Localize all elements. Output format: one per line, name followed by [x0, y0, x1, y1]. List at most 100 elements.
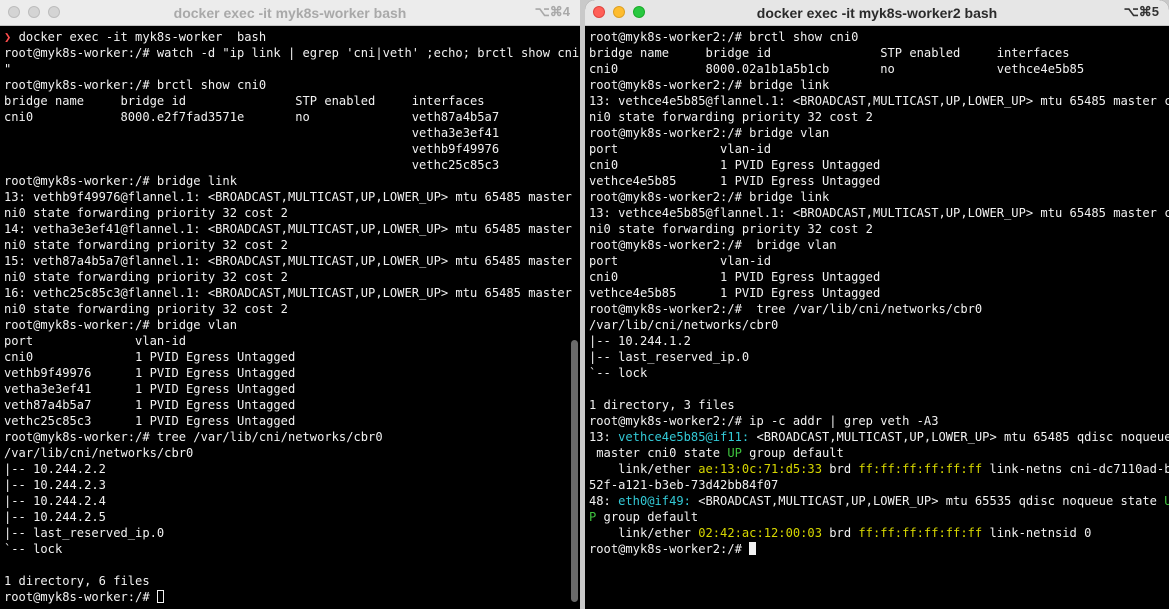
- terminal-text: docker exec -it myk8s-worker bash: [18, 30, 267, 44]
- terminal-line: vethce4e5b85 1 PVID Egress Untagged: [589, 173, 1169, 189]
- terminal-text: cni0 8000.02a1b1a5b1cb no vethce4e5b85: [589, 62, 1085, 76]
- terminal-text: vethce4e5b85 1 PVID Egress Untagged: [589, 286, 881, 300]
- terminal-text: /var/lib/cni/networks/cbr0: [589, 318, 779, 332]
- titlebar-worker[interactable]: docker exec -it myk8s-worker bash ⌥⌘4: [0, 0, 580, 26]
- terminal-text: root@myk8s-worker2:/# bridge link: [589, 190, 830, 204]
- terminal-text: <BROADCAST,MULTICAST,UP,LOWER_UP> mtu 65…: [690, 494, 1165, 508]
- terminal-line: /var/lib/cni/networks/cbr0: [589, 317, 1169, 333]
- terminal-text: port vlan-id: [589, 142, 772, 156]
- terminal-text: |-- last_reserved_ip.0: [4, 526, 165, 540]
- terminal-output-worker[interactable]: ❯ docker exec -it myk8s-worker bash root@…: [4, 29, 580, 605]
- terminal-line: vethb9f49976: [4, 141, 580, 157]
- terminal-line: root@myk8s-worker:/# brctl show cni0: [4, 77, 580, 93]
- terminal-text: root@myk8s-worker2:/# tree /var/lib/cni/…: [589, 302, 983, 316]
- terminal-line: vethc25c85c3 1 PVID Egress Untagged: [4, 413, 580, 429]
- terminal-line: 16: vethc25c85c3@flannel.1: <BROADCAST,M…: [4, 285, 580, 301]
- terminal-line: |-- 10.244.1.2: [589, 333, 1169, 349]
- terminal-line: link/ether ae:13:0c:71:d5:33 brd ff:ff:f…: [589, 461, 1169, 477]
- terminal-text: root@myk8s-worker2:/# ip -c addr | grep …: [589, 414, 939, 428]
- terminal-text: root@myk8s-worker2:/# bridge link: [589, 78, 830, 92]
- terminal-text: cni0 8000.e2f7fad3571e no veth87a4b5a7: [4, 110, 500, 124]
- terminal-text: bridge name bridge id STP enabled interf…: [589, 46, 1070, 60]
- terminal-line: 48: eth0@if49: <BROADCAST,MULTICAST,UP,L…: [589, 493, 1169, 509]
- terminal-line: root@myk8s-worker:/# bridge vlan: [4, 317, 580, 333]
- terminal-text: root@myk8s-worker:/# brctl show cni0: [4, 78, 267, 92]
- terminal-text: ": [4, 62, 12, 76]
- terminal-line: root@myk8s-worker2:/#: [589, 541, 1169, 557]
- terminal-text: group default: [596, 510, 699, 524]
- terminal-text: ni0 state forwarding priority 32 cost 2: [4, 270, 288, 284]
- terminal-line: 13: vethb9f49976@flannel.1: <BROADCAST,M…: [4, 189, 580, 205]
- terminal-line: ni0 state forwarding priority 32 cost 2: [4, 205, 580, 221]
- terminal-text: root@myk8s-worker:/#: [4, 590, 157, 604]
- terminal-text: |-- 10.244.2.3: [4, 478, 106, 492]
- window-title: docker exec -it myk8s-worker bash: [173, 5, 407, 21]
- terminal-line: |-- last_reserved_ip.0: [4, 525, 580, 541]
- terminal-line: root@myk8s-worker2:/# tree /var/lib/cni/…: [589, 301, 1169, 317]
- terminal-text: port vlan-id: [4, 334, 187, 348]
- window-shortcut: ⌥⌘5: [1123, 4, 1159, 19]
- terminal-line: root@myk8s-worker2:/# bridge link: [589, 189, 1169, 205]
- terminal-line: cni0 1 PVID Egress Untagged: [589, 269, 1169, 285]
- terminal-text: cni0 1 PVID Egress Untagged: [4, 350, 296, 364]
- terminal-window-worker[interactable]: docker exec -it myk8s-worker bash ⌥⌘4 ❯ …: [0, 0, 580, 609]
- terminal-line: |-- 10.244.2.3: [4, 477, 580, 493]
- terminal-window-worker2[interactable]: docker exec -it myk8s-worker2 bash ⌥⌘5 r…: [585, 0, 1169, 609]
- terminal-text: 1 directory, 6 files: [4, 574, 150, 588]
- terminal-cursor: [749, 542, 757, 555]
- terminal-text: vethb9f49976 1 PVID Egress Untagged: [4, 366, 296, 380]
- terminal-output-worker2[interactable]: root@myk8s-worker2:/# brctl show cni0 bri…: [589, 29, 1169, 557]
- terminal-line: 13: vethce4e5b85@flannel.1: <BROADCAST,M…: [589, 93, 1169, 109]
- terminal-text: vethc25c85c3 1 PVID Egress Untagged: [4, 414, 296, 428]
- terminal-line: bridge name bridge id STP enabled interf…: [589, 45, 1169, 61]
- terminal-line: 13: vethce4e5b85@if11: <BROADCAST,MULTIC…: [589, 429, 1169, 445]
- terminal-text: cni0 1 PVID Egress Untagged: [589, 158, 881, 172]
- terminal-text: ni0 state forwarding priority 32 cost 2: [4, 302, 288, 316]
- terminal-text: root@myk8s-worker2:/#: [589, 542, 750, 556]
- terminal-text: ff:ff:ff:ff:ff:ff: [858, 526, 983, 540]
- terminal-line: root@myk8s-worker:/# watch -d "ip link |…: [4, 45, 580, 61]
- terminal-line: root@myk8s-worker:/# bridge link: [4, 173, 580, 189]
- terminal-line: ni0 state forwarding priority 32 cost 2: [4, 301, 580, 317]
- terminal-text: ni0 state forwarding priority 32 cost 2: [4, 238, 288, 252]
- terminal-text: U: [1164, 494, 1169, 508]
- terminal-line: link/ether 02:42:ac:12:00:03 brd ff:ff:f…: [589, 525, 1169, 541]
- terminal-line: `-- lock: [4, 541, 580, 557]
- terminal-text: 52f-a121-b3eb-73d42bb84f07: [589, 478, 779, 492]
- terminal-text: group default: [741, 446, 844, 460]
- terminal-text: 15: veth87a4b5a7@flannel.1: <BROADCAST,M…: [4, 254, 580, 268]
- terminal-line: vethb9f49976 1 PVID Egress Untagged: [4, 365, 580, 381]
- terminal-line: /var/lib/cni/networks/cbr0: [4, 445, 580, 461]
- terminal-line: 15: veth87a4b5a7@flannel.1: <BROADCAST,M…: [4, 253, 580, 269]
- terminal-line: root@myk8s-worker2:/# bridge vlan: [589, 125, 1169, 141]
- titlebar-worker2[interactable]: docker exec -it myk8s-worker2 bash ⌥⌘5: [585, 0, 1169, 26]
- terminal-line: 13: vethce4e5b85@flannel.1: <BROADCAST,M…: [589, 205, 1169, 221]
- terminal-line: vethc25c85c3: [4, 157, 580, 173]
- terminal-line: ni0 state forwarding priority 32 cost 2: [4, 269, 580, 285]
- terminal-line: master cni0 state UP group default: [589, 445, 1169, 461]
- terminal-text: <BROADCAST,MULTICAST,UP,LOWER_UP> mtu 65…: [749, 430, 1169, 444]
- terminal-line: root@myk8s-worker:/# tree /var/lib/cni/n…: [4, 429, 580, 445]
- terminal-text: brd: [822, 462, 859, 476]
- terminal-text: vethb9f49976: [4, 142, 500, 156]
- terminal-line: root@myk8s-worker2:/# bridge vlan: [589, 237, 1169, 253]
- terminal-text: link-netnsid 0: [982, 526, 1092, 540]
- terminal-line: port vlan-id: [589, 253, 1169, 269]
- terminal-text: ❯: [4, 30, 19, 44]
- terminal-line: ": [4, 61, 580, 77]
- terminal-line: port vlan-id: [589, 141, 1169, 157]
- scrollbar[interactable]: [571, 340, 578, 602]
- terminal-text: `-- lock: [4, 542, 63, 556]
- scrollbar-thumb[interactable]: [571, 340, 578, 602]
- terminal-text: master cni0 state: [589, 446, 728, 460]
- terminal-text: link-netns cni-dc7110ad-b: [982, 462, 1169, 476]
- terminal-text: |-- 10.244.2.4: [4, 494, 106, 508]
- terminal-line: root@myk8s-worker2:/# bridge link: [589, 77, 1169, 93]
- terminal-line: |-- last_reserved_ip.0: [589, 349, 1169, 365]
- terminal-line: vetha3e3ef41: [4, 125, 580, 141]
- terminal-text: root@myk8s-worker2:/# bridge vlan: [589, 126, 830, 140]
- terminal-text: cni0 1 PVID Egress Untagged: [589, 270, 881, 284]
- terminal-line: port vlan-id: [4, 333, 580, 349]
- terminal-line: ni0 state forwarding priority 32 cost 2: [589, 109, 1169, 125]
